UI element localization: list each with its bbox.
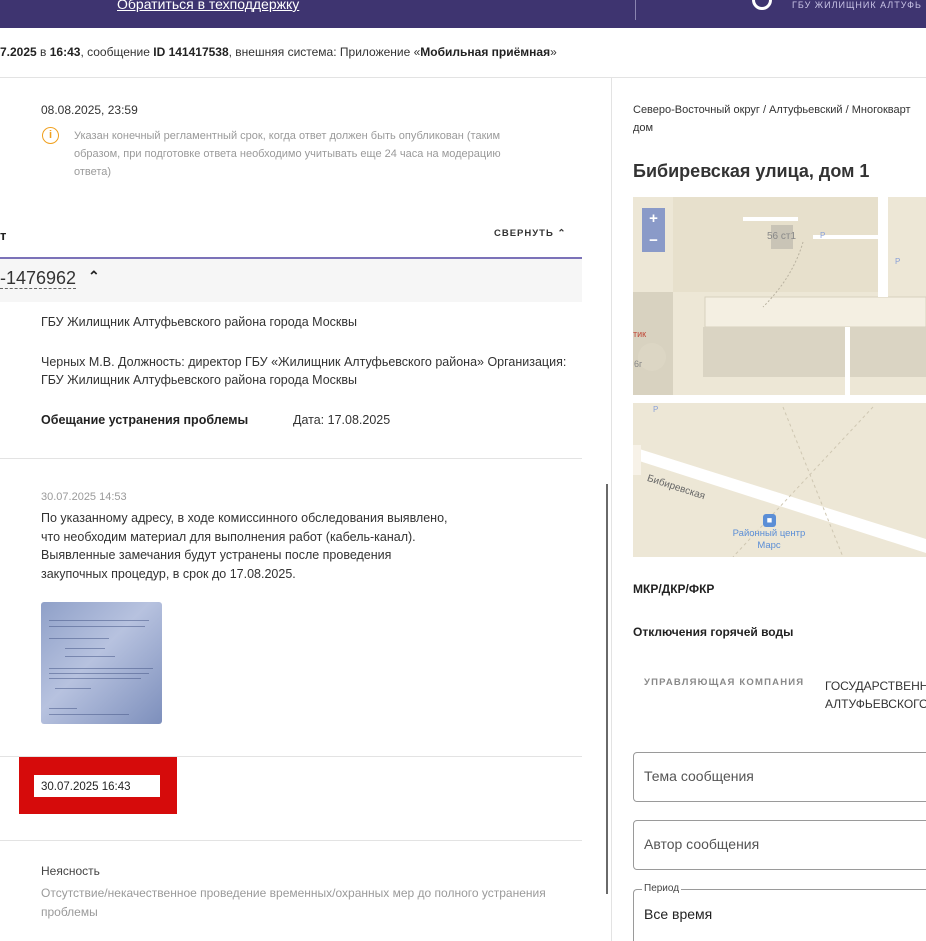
column-divider <box>611 78 612 941</box>
info-msg-prefix: , сообщение <box>80 45 154 59</box>
attachment-photo[interactable] <box>41 602 162 724</box>
message-line: Выявленные замечания будут устранены пос… <box>41 548 392 562</box>
map-poi-label: Районный центр Марс <box>729 528 809 552</box>
highlight-divider <box>0 840 582 841</box>
deadline-notice: Указан конечный регламентный срок, когда… <box>74 130 501 178</box>
message-line: По указанному адресу, в ходе комиссинног… <box>41 511 448 525</box>
management-company-label: УПРАВЛЯЮЩАЯ КОМПАНИЯ <box>644 677 805 688</box>
map-canvas <box>633 197 926 557</box>
period-select-value[interactable]: Все время <box>644 906 712 922</box>
author-input[interactable] <box>644 836 914 852</box>
poi-line: Марс <box>757 540 781 551</box>
signer-line-2: ГБУ Жилищник Алтуфьевского района города… <box>41 373 357 387</box>
map[interactable]: + − 56 ст1 P P P тик 6г Бибиревская ■ Ра… <box>633 197 926 557</box>
info-in: в <box>36 45 50 59</box>
message-line: что необходим материал для выполнения ра… <box>41 529 416 544</box>
map-building-label: 56 ст1 <box>767 231 797 242</box>
chevron-up-icon[interactable]: ⌃ <box>88 268 100 285</box>
support-link[interactable]: Обратиться в техподдержку <box>117 0 299 12</box>
mkr-label: МКР/ДКР/ФКР <box>633 582 715 596</box>
scrollbar[interactable] <box>606 484 608 894</box>
highlighted-datetime: 30.07.2025 16:43 <box>41 781 131 793</box>
info-date: 7.2025 <box>0 45 37 59</box>
map-partial-label: тик <box>633 329 647 339</box>
period-legend: Период <box>642 883 682 894</box>
message-info-line: 7.2025 в 16:43, сообщение ID 141417538, … <box>0 45 557 59</box>
issue-description-2: проблемы <box>41 905 98 919</box>
issue-category: Неясность <box>41 864 100 878</box>
breadcrumb: Северо-Восточный округ / Алтуфьевский / … <box>633 101 926 137</box>
zoom-in-button[interactable]: + <box>642 208 665 230</box>
issue-description-1: Отсутствие/некачественное проведение вре… <box>41 886 546 900</box>
section-divider <box>0 458 582 459</box>
answer-organization: ГБУ Жилищник Алтуфьевского района города… <box>41 315 357 329</box>
info-system-name: Мобильная приёмная <box>420 45 551 59</box>
management-company-value: ГОСУДАРСТВЕНН АЛТУФЬЕВСКОГО <box>825 677 926 713</box>
message-timestamp: 30.07.2025 14:53 <box>41 491 127 503</box>
message-body: По указанному адресу, в ходе комиссинног… <box>41 509 448 583</box>
promise-label: Обещание устранения проблемы <box>41 413 249 427</box>
section-heading: т <box>0 228 7 243</box>
chevron-up-icon: ⌃ <box>557 228 567 239</box>
org-name-header: ГБУ ЖИЛИЩНИК АЛТУФЬ <box>792 0 922 10</box>
parking-icon: P <box>653 405 659 414</box>
hot-water-label: Отключения горячей воды <box>633 625 794 639</box>
map-partial-label-2: 6г <box>634 359 643 369</box>
info-msg-id: ID 141417538 <box>153 45 229 59</box>
topic-field[interactable] <box>633 752 926 802</box>
poi-line: Районный центр <box>732 528 806 539</box>
info-divider <box>0 77 926 78</box>
mc-value-line: АЛТУФЬЕВСКОГО <box>825 697 926 711</box>
zoom-out-button[interactable]: − <box>642 230 665 252</box>
collapse-label: СВЕРНУТЬ <box>494 228 554 239</box>
topbar-divider <box>635 0 636 20</box>
info-system-prefix: , внешняя система: Приложение « <box>228 45 421 59</box>
info-warning-icon: i <box>42 127 59 144</box>
info-system-suffix: » <box>550 45 557 59</box>
accordion-id-link[interactable]: -1476962 <box>0 268 77 289</box>
info-time: 16:43 <box>49 45 81 59</box>
collapse-button[interactable]: СВЕРНУТЬ ⌃ <box>494 228 566 239</box>
breadcrumb-line: Северо-Восточный округ / Алтуфьевский / … <box>633 104 911 116</box>
deadline-datetime: 08.08.2025, 23:59 <box>41 103 138 117</box>
promise-date: Дата: 17.08.2025 <box>293 413 391 427</box>
topic-input[interactable] <box>644 768 914 784</box>
author-field[interactable] <box>633 820 926 870</box>
address-title: Бибиревская улица, дом 1 <box>633 161 870 181</box>
signer-line-1: Черных М.В. Должность: директор ГБУ «Жил… <box>41 355 567 369</box>
message-line: закупочных процедур, в срок до 17.08.202… <box>41 566 296 581</box>
breadcrumb-line: дом <box>633 122 654 134</box>
parking-icon: P <box>820 231 826 240</box>
bus-stop-icon[interactable]: ■ <box>763 514 776 527</box>
mc-value-line: ГОСУДАРСТВЕНН <box>825 679 926 693</box>
parking-icon: P <box>895 257 901 266</box>
